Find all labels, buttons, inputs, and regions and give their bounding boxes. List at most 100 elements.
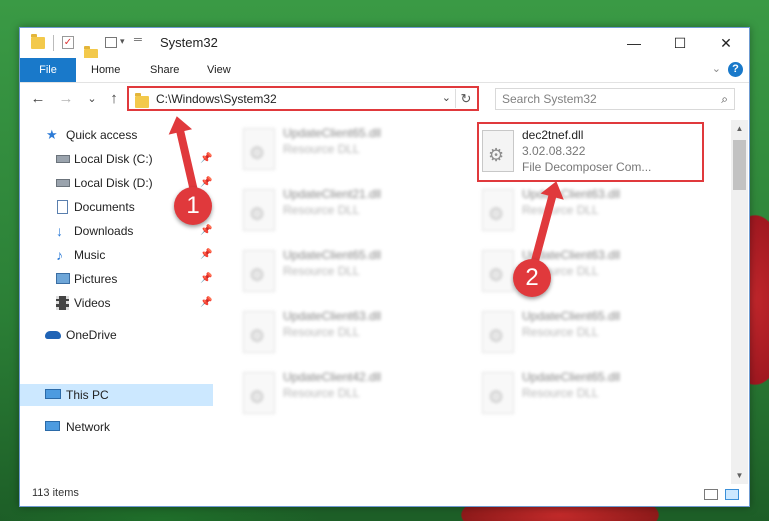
sidebar-item-label: This PC — [66, 388, 109, 402]
search-icon[interactable]: ⌕ — [721, 92, 728, 107]
file-item[interactable]: UpdateClient21.dll Resource DLL — [235, 181, 461, 239]
item-count: 113 items — [32, 487, 79, 499]
cloud-icon — [45, 331, 61, 339]
refresh-button[interactable]: ↻ — [455, 89, 476, 108]
dll-file-icon — [243, 128, 275, 170]
sidebar-item-label: OneDrive — [66, 328, 117, 342]
highlight-box — [477, 122, 704, 182]
file-item[interactable]: UpdateClient63.dll Resource DLL — [474, 181, 700, 239]
pin-icon[interactable]: 📌 — [200, 268, 212, 290]
file-name: UpdateClient65.dll — [283, 126, 382, 140]
sidebar-item-label: Local Disk (C:) — [74, 152, 153, 166]
file-item[interactable]: UpdateClient65.dll Resource DLL — [235, 120, 461, 178]
help-icon[interactable]: ? — [728, 62, 743, 77]
sidebar-item-network[interactable]: Network — [20, 416, 213, 438]
pictures-icon — [56, 273, 70, 284]
close-button[interactable]: ✕ — [703, 28, 749, 58]
folder-icon — [135, 93, 149, 108]
sidebar-item-pictures[interactable]: Pictures 📌 — [20, 268, 213, 290]
customize-toolbar-icon[interactable] — [105, 37, 117, 48]
sidebar-item-this-pc[interactable]: This PC — [20, 384, 213, 406]
sidebar-item-label: Downloads — [74, 224, 134, 238]
dll-file-icon — [482, 250, 514, 292]
file-name: UpdateClient65.dll — [283, 248, 382, 262]
minimize-button[interactable]: — — [611, 28, 657, 58]
documents-icon — [57, 200, 68, 214]
sidebar-item-downloads[interactable]: ↓ Downloads 📌 — [20, 220, 213, 242]
file-item[interactable]: UpdateClient42.dll Resource DLL — [235, 364, 461, 422]
dll-file-icon — [243, 311, 275, 353]
search-input[interactable]: Search System32 ⌕ — [495, 88, 735, 110]
tab-share[interactable]: Share — [136, 58, 193, 82]
address-path[interactable]: C:\Windows\System32 — [156, 92, 277, 106]
scroll-down-icon[interactable]: ▼ — [731, 467, 748, 484]
scroll-up-icon[interactable]: ▲ — [731, 120, 748, 137]
status-bar: 113 items — [20, 484, 749, 506]
quick-access-menu-icon[interactable]: ═ — [134, 34, 142, 50]
sidebar-item-videos[interactable]: Videos 📌 — [20, 292, 213, 314]
sidebar-item-onedrive[interactable]: OneDrive — [20, 324, 213, 346]
forward-button[interactable]: → — [56, 89, 76, 109]
ribbon-tabs: File Home Share View ⌄ ? — [20, 58, 749, 83]
file-type: Resource DLL — [283, 386, 360, 400]
file-item[interactable]: UpdateClient63.dll Resource DLL — [235, 303, 461, 361]
file-item[interactable]: UpdateClient65.dll Resource DLL — [235, 242, 461, 300]
file-name: UpdateClient65.dll — [522, 309, 621, 323]
dll-file-icon — [243, 189, 275, 231]
dll-file-icon — [243, 372, 275, 414]
pin-icon[interactable]: 📌 — [200, 292, 212, 314]
scroll-thumb[interactable] — [733, 140, 746, 190]
file-type: Resource DLL — [522, 386, 599, 400]
navigation-pane: ★ Quick access Local Disk (C:) 📌 Local D… — [20, 120, 213, 484]
videos-icon — [56, 296, 69, 310]
maximize-button[interactable]: ☐ — [657, 28, 703, 58]
file-type: Resource DLL — [522, 203, 599, 217]
file-name: UpdateClient63.dll — [283, 309, 382, 323]
file-type: Resource DLL — [283, 325, 360, 339]
search-placeholder: Search System32 — [502, 92, 597, 106]
up-button[interactable]: ↑ — [104, 89, 124, 109]
properties-icon[interactable]: ✓ — [62, 36, 74, 49]
file-name: UpdateClient65.dll — [522, 370, 621, 384]
star-icon: ★ — [46, 127, 58, 142]
sidebar-item-label: Pictures — [74, 272, 118, 286]
file-type: Resource DLL — [283, 203, 360, 217]
chevron-down-icon[interactable]: ▾ — [120, 36, 125, 52]
sidebar-item-label: Music — [74, 248, 106, 262]
file-item[interactable]: UpdateClient63.dll Resource DLL — [474, 242, 700, 300]
file-item[interactable]: UpdateClient65.dll Resource DLL — [474, 364, 700, 422]
file-type: Resource DLL — [283, 264, 360, 278]
network-icon — [45, 421, 60, 431]
pin-icon[interactable]: 📌 — [200, 244, 212, 266]
title-bar: ✓ ▾ ═ System32 — ☐ ✕ — [20, 28, 749, 61]
drive-icon — [56, 155, 70, 163]
dll-file-icon — [243, 250, 275, 292]
sidebar-item-label: Network — [66, 420, 111, 434]
address-bar[interactable]: C:\Windows\System32 ⌄ ↻ — [127, 86, 479, 111]
navigation-bar: ← → ⌄ ↑ C:\Windows\System32 ⌄ ↻ Search S… — [20, 83, 749, 117]
details-view-icon[interactable] — [704, 489, 718, 500]
tab-view[interactable]: View — [193, 58, 245, 82]
music-icon: ♪ — [56, 247, 63, 263]
large-icons-view-icon[interactable] — [725, 489, 739, 500]
download-icon: ↓ — [56, 223, 63, 239]
sidebar-item-music[interactable]: ♪ Music 📌 — [20, 244, 213, 266]
file-name: UpdateClient42.dll — [283, 370, 382, 384]
tab-home[interactable]: Home — [77, 58, 134, 82]
ribbon-expand-icon[interactable]: ⌄ — [712, 62, 721, 75]
dll-file-icon — [482, 189, 514, 231]
sidebar-item-label: Videos — [74, 296, 111, 310]
tab-file[interactable]: File — [20, 58, 76, 82]
pin-icon[interactable]: 📌 — [200, 220, 212, 242]
pin-icon[interactable]: 📌 — [200, 148, 212, 170]
file-item[interactable]: UpdateClient65.dll Resource DLL — [474, 303, 700, 361]
recent-locations-button[interactable]: ⌄ — [82, 89, 102, 109]
vertical-scrollbar[interactable]: ▲ ▼ — [731, 120, 748, 484]
folder-icon — [31, 34, 45, 49]
sidebar-item-label: Quick access — [66, 128, 138, 142]
file-type: Resource DLL — [283, 142, 360, 156]
file-explorer-window: ✓ ▾ ═ System32 — ☐ ✕ File Home Share Vie… — [19, 27, 750, 507]
back-button[interactable]: ← — [28, 89, 48, 109]
address-dropdown-icon[interactable]: ⌄ — [442, 91, 451, 104]
computer-icon — [45, 389, 61, 399]
